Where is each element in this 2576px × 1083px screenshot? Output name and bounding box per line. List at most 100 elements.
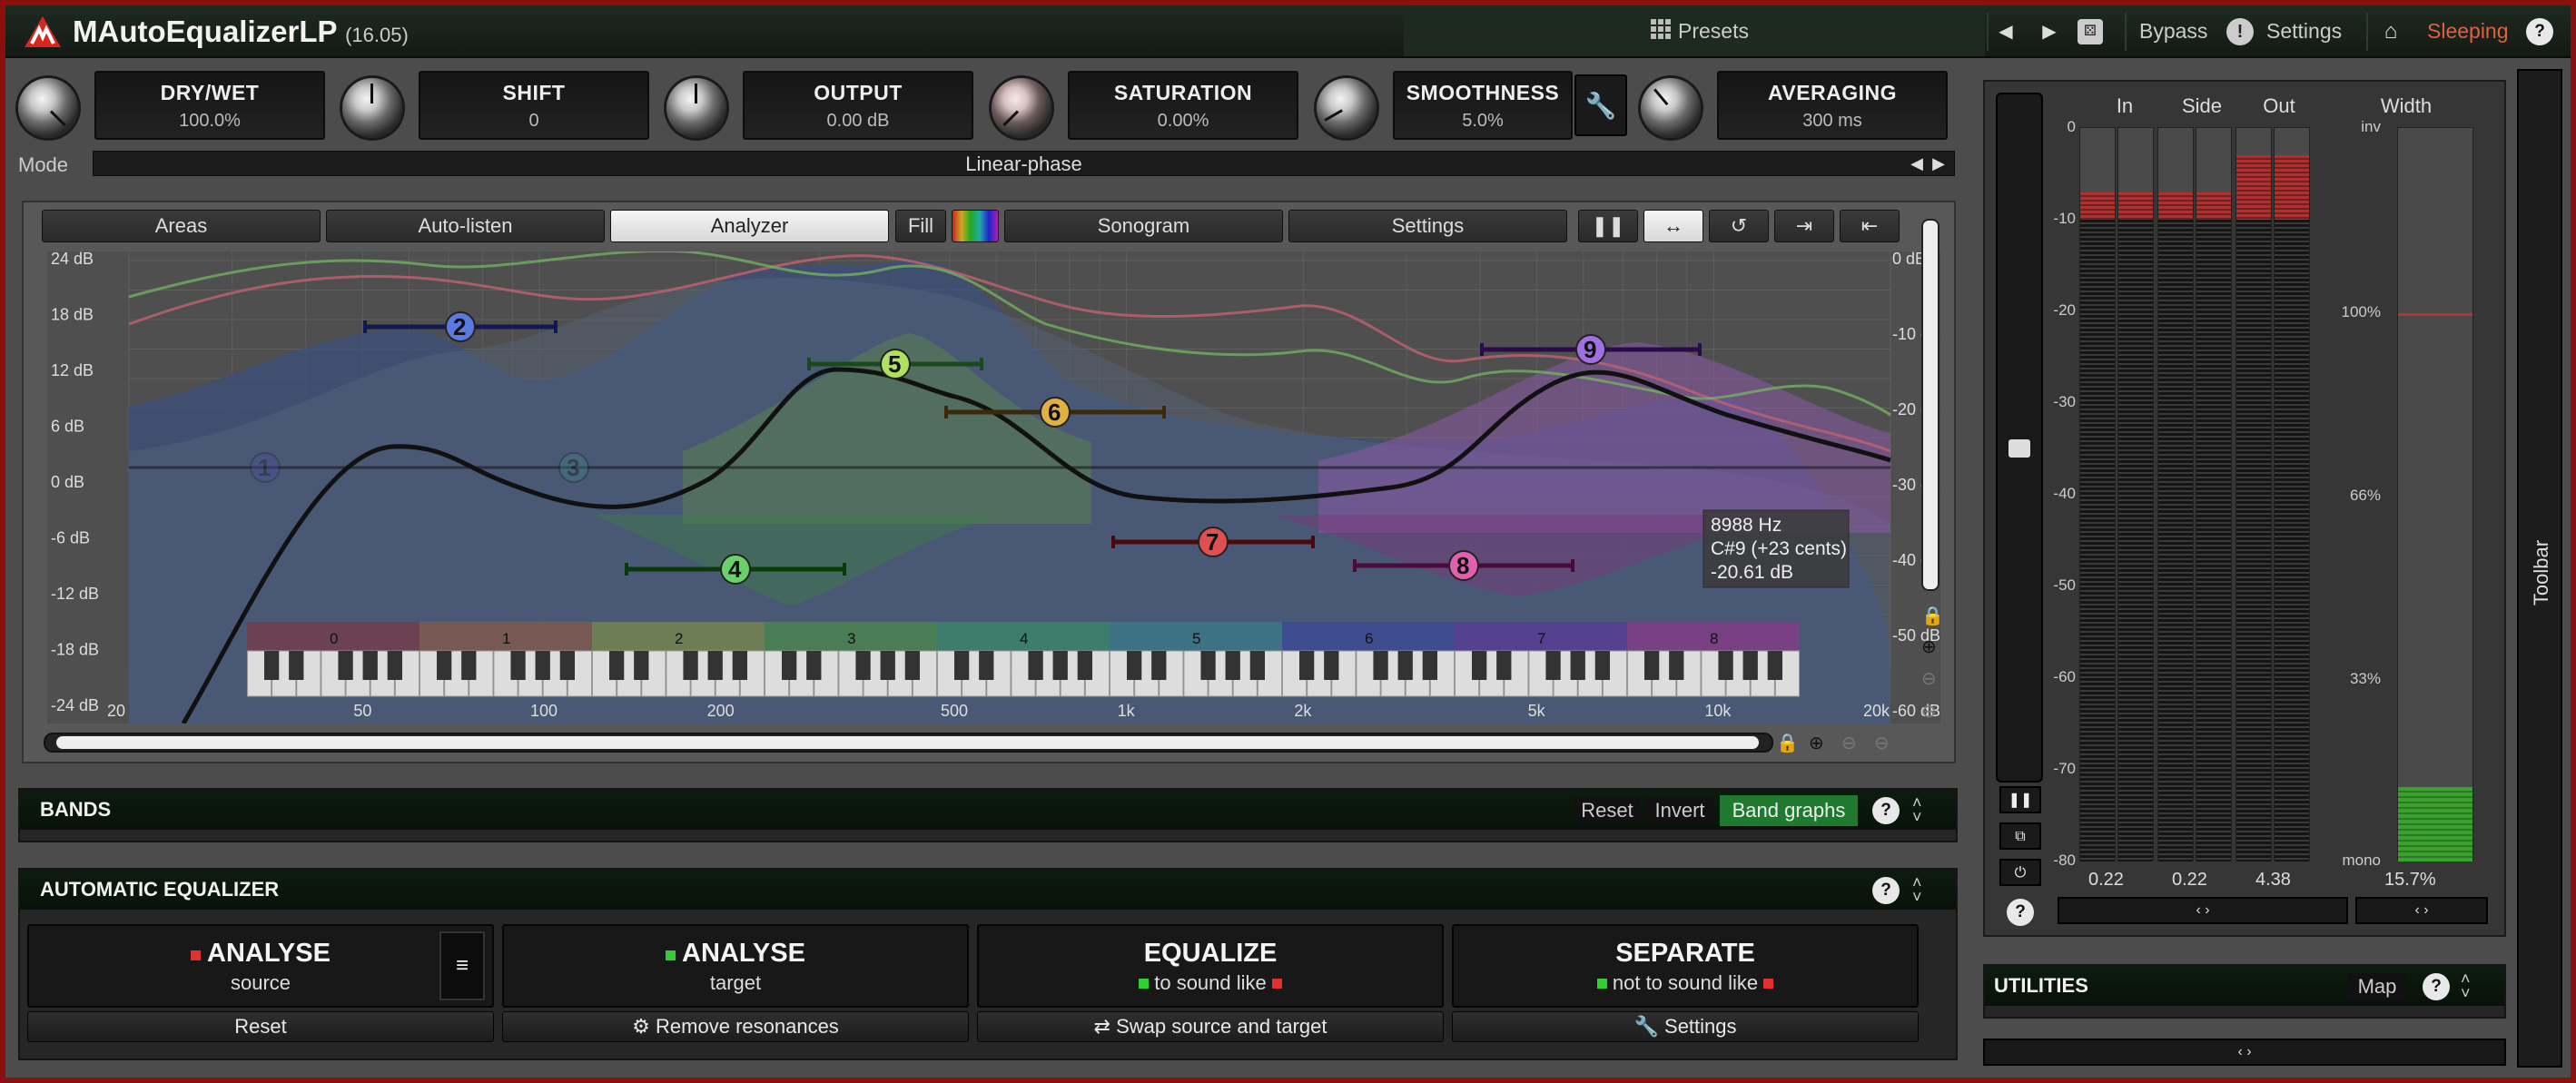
spectrum-color-icon[interactable]	[952, 210, 999, 242]
auto-eq-title[interactable]: AUTOMATIC EQUALIZER	[20, 870, 1956, 910]
bands-help-icon[interactable]: ?	[1872, 797, 1900, 824]
knob-smoothness[interactable]: SMOOTHNESS 5.0% 🔧	[1313, 71, 1629, 149]
auto-eq-settings-button[interactable]: 🔧 Settings	[1452, 1011, 1919, 1042]
import-icon[interactable]: ⇥	[1774, 210, 1834, 242]
tab-analyzer[interactable]: Analyzer	[610, 210, 889, 242]
lock-icon[interactable]: 🔒	[1921, 605, 1944, 627]
prev-preset-icon[interactable]: ◀	[1990, 16, 2021, 47]
black-key	[954, 651, 970, 680]
knob-shift[interactable]: SHIFT 0	[339, 71, 655, 149]
black-key	[1200, 651, 1216, 680]
h-zoom-reset-icon[interactable]: ⊖	[1874, 732, 1890, 754]
mode-selector[interactable]: Linear-phase ◀ ▶	[93, 151, 1955, 176]
meter-settings-icon[interactable]: ⧉	[1999, 822, 2041, 850]
knob-value[interactable]: 0.00 dB	[745, 111, 972, 132]
knob-averaging[interactable]: AVERAGING 300 ms	[1637, 71, 1953, 149]
averaging-knob[interactable]	[1641, 78, 1701, 138]
settings-button[interactable]: Settings	[2266, 19, 2342, 44]
reset-view-icon[interactable]: ↺	[1709, 210, 1769, 242]
bands-reset-button[interactable]: Reset	[1574, 797, 1640, 824]
mode-prev-icon[interactable]: ◀	[1910, 152, 1923, 176]
auto-eq-expand-icon[interactable]: ˄ ˅	[1912, 874, 1922, 905]
swap-button[interactable]: ⇄ Swap source and target	[977, 1011, 1444, 1042]
h-zoom-out-icon[interactable]: ⊖	[1841, 732, 1857, 754]
knob-value[interactable]: 100.0%	[96, 111, 323, 132]
info-icon[interactable]: !	[2226, 18, 2254, 45]
toolbar-panel[interactable]: Toolbar	[2517, 69, 2562, 1068]
band-handle-3[interactable]: 3	[558, 452, 589, 483]
horizontal-scrollbar[interactable]	[44, 733, 1773, 753]
slider-handle-icon[interactable]	[2008, 439, 2030, 458]
saturation-knob[interactable]	[992, 78, 1051, 138]
output-knob[interactable]	[666, 78, 726, 138]
auto-eq-help-icon[interactable]: ?	[1872, 877, 1900, 904]
h-zoom-in-icon[interactable]: ⊕	[1809, 732, 1824, 754]
fit-icon[interactable]: ↔	[1643, 210, 1703, 242]
plugin-window: MAutoEqualizerLP (16.05) Presets ◀ ▶ ⚄ B…	[5, 5, 2571, 1078]
freq-axis-label: 2k	[1294, 702, 1312, 720]
eq-graph[interactable]: 0 1 2 3 4 5 6 7 8 1 2 3 4 5 6 7 8 9 24 dB 18 dB 12 dB 6 dB 0…	[47, 251, 1940, 724]
zoom-out-icon[interactable]: ⊖	[1921, 667, 1937, 690]
bypass-button[interactable]: Bypass	[2139, 19, 2207, 44]
tab-auto-listen[interactable]: Auto-listen	[326, 210, 605, 242]
presets-button[interactable]: Presets	[1678, 19, 1749, 44]
band-graphs-button[interactable]: Band graphs	[1720, 795, 1858, 826]
h-lock-icon[interactable]: 🔒	[1776, 732, 1799, 754]
power-icon[interactable]: ⏻	[1999, 859, 2041, 886]
in-value: 0.22	[2088, 870, 2124, 890]
tab-settings[interactable]: Settings	[1288, 210, 1567, 242]
utilities-help-icon[interactable]: ?	[2423, 973, 2450, 1000]
utilities-expand-icon[interactable]: ˄ ˅	[2461, 970, 2471, 1001]
knob-label: DRY/WET	[160, 81, 260, 104]
auto-eq-reset-button[interactable]: Reset	[27, 1011, 494, 1042]
meter-help-icon[interactable]: ?	[2007, 899, 2034, 926]
bands-expand-icon[interactable]: ˄ ˅	[1912, 794, 1922, 825]
meter-pause-icon[interactable]: ❚❚	[1999, 786, 2041, 813]
knob-output[interactable]: OUTPUT 0.00 dB	[663, 71, 979, 149]
band-number: 1	[258, 454, 271, 481]
tab-areas[interactable]: Areas	[42, 210, 321, 242]
presets-area[interactable]: Presets	[1404, 5, 1985, 56]
knob-value[interactable]: 300 ms	[1719, 111, 1946, 132]
output-gain-slider[interactable]	[1996, 93, 2043, 783]
logo-icon[interactable]	[24, 15, 62, 49]
sleeping-indicator[interactable]: Sleeping	[2427, 19, 2509, 44]
smoothness-knob[interactable]	[1317, 78, 1377, 138]
fill-button[interactable]: Fill	[895, 210, 946, 242]
knob-value[interactable]: 0	[420, 111, 647, 132]
zoom-reset-icon[interactable]: ⊖	[1921, 700, 1937, 723]
export-icon[interactable]: ⇤	[1840, 210, 1900, 242]
zoom-in-icon[interactable]: ⊕	[1921, 635, 1937, 658]
help-icon[interactable]: ?	[2526, 18, 2553, 45]
map-button[interactable]: Map	[2348, 973, 2406, 1000]
bottom-expand-button[interactable]: ‹ ›	[1983, 1039, 2506, 1066]
bands-invert-button[interactable]: Invert	[1645, 797, 1714, 824]
knob-value[interactable]: 0.00%	[1070, 111, 1297, 132]
knob-saturation[interactable]: SATURATION 0.00%	[988, 71, 1304, 149]
shift-knob[interactable]	[342, 78, 402, 138]
equalize-button[interactable]: EQUALIZE to sound like	[977, 924, 1444, 1008]
meters-expand-button[interactable]: ‹ ›	[2058, 897, 2348, 924]
source-menu-icon[interactable]: ≡	[439, 931, 485, 1000]
band-handle-1[interactable]: 1	[250, 452, 281, 483]
black-key	[782, 651, 797, 680]
randomize-icon[interactable]: ⚄	[2078, 19, 2103, 44]
width-expand-button[interactable]: ‹ ›	[2355, 897, 2488, 924]
wrench-icon[interactable]: 🔧	[1574, 74, 1627, 136]
dry-wet-knob[interactable]	[18, 78, 78, 138]
separate-button[interactable]: SEPARATE not to sound like	[1452, 924, 1919, 1008]
mode-next-icon[interactable]: ▶	[1932, 152, 1945, 176]
pause-icon[interactable]: ❚❚	[1578, 210, 1638, 242]
black-key	[1151, 651, 1167, 680]
vertical-scrollbar[interactable]	[1921, 219, 1939, 591]
analyse-source-button[interactable]: ANALYSE source ≡	[27, 924, 494, 1008]
remove-resonances-button[interactable]: ⚙ Remove resonances	[502, 1011, 969, 1042]
app-title[interactable]: MAutoEqualizerLP (16.05)	[73, 15, 409, 49]
analyse-target-button[interactable]: ANALYSE target	[502, 924, 969, 1008]
next-preset-icon[interactable]: ▶	[2034, 16, 2065, 47]
knob-value[interactable]: 5.0%	[1395, 111, 1571, 132]
knob-dry-wet[interactable]: DRY/WET 100.0%	[15, 71, 331, 149]
home-icon[interactable]: ⌂	[2375, 16, 2406, 47]
band-number: 8	[1456, 552, 1469, 579]
tab-sonogram[interactable]: Sonogram	[1004, 210, 1283, 242]
